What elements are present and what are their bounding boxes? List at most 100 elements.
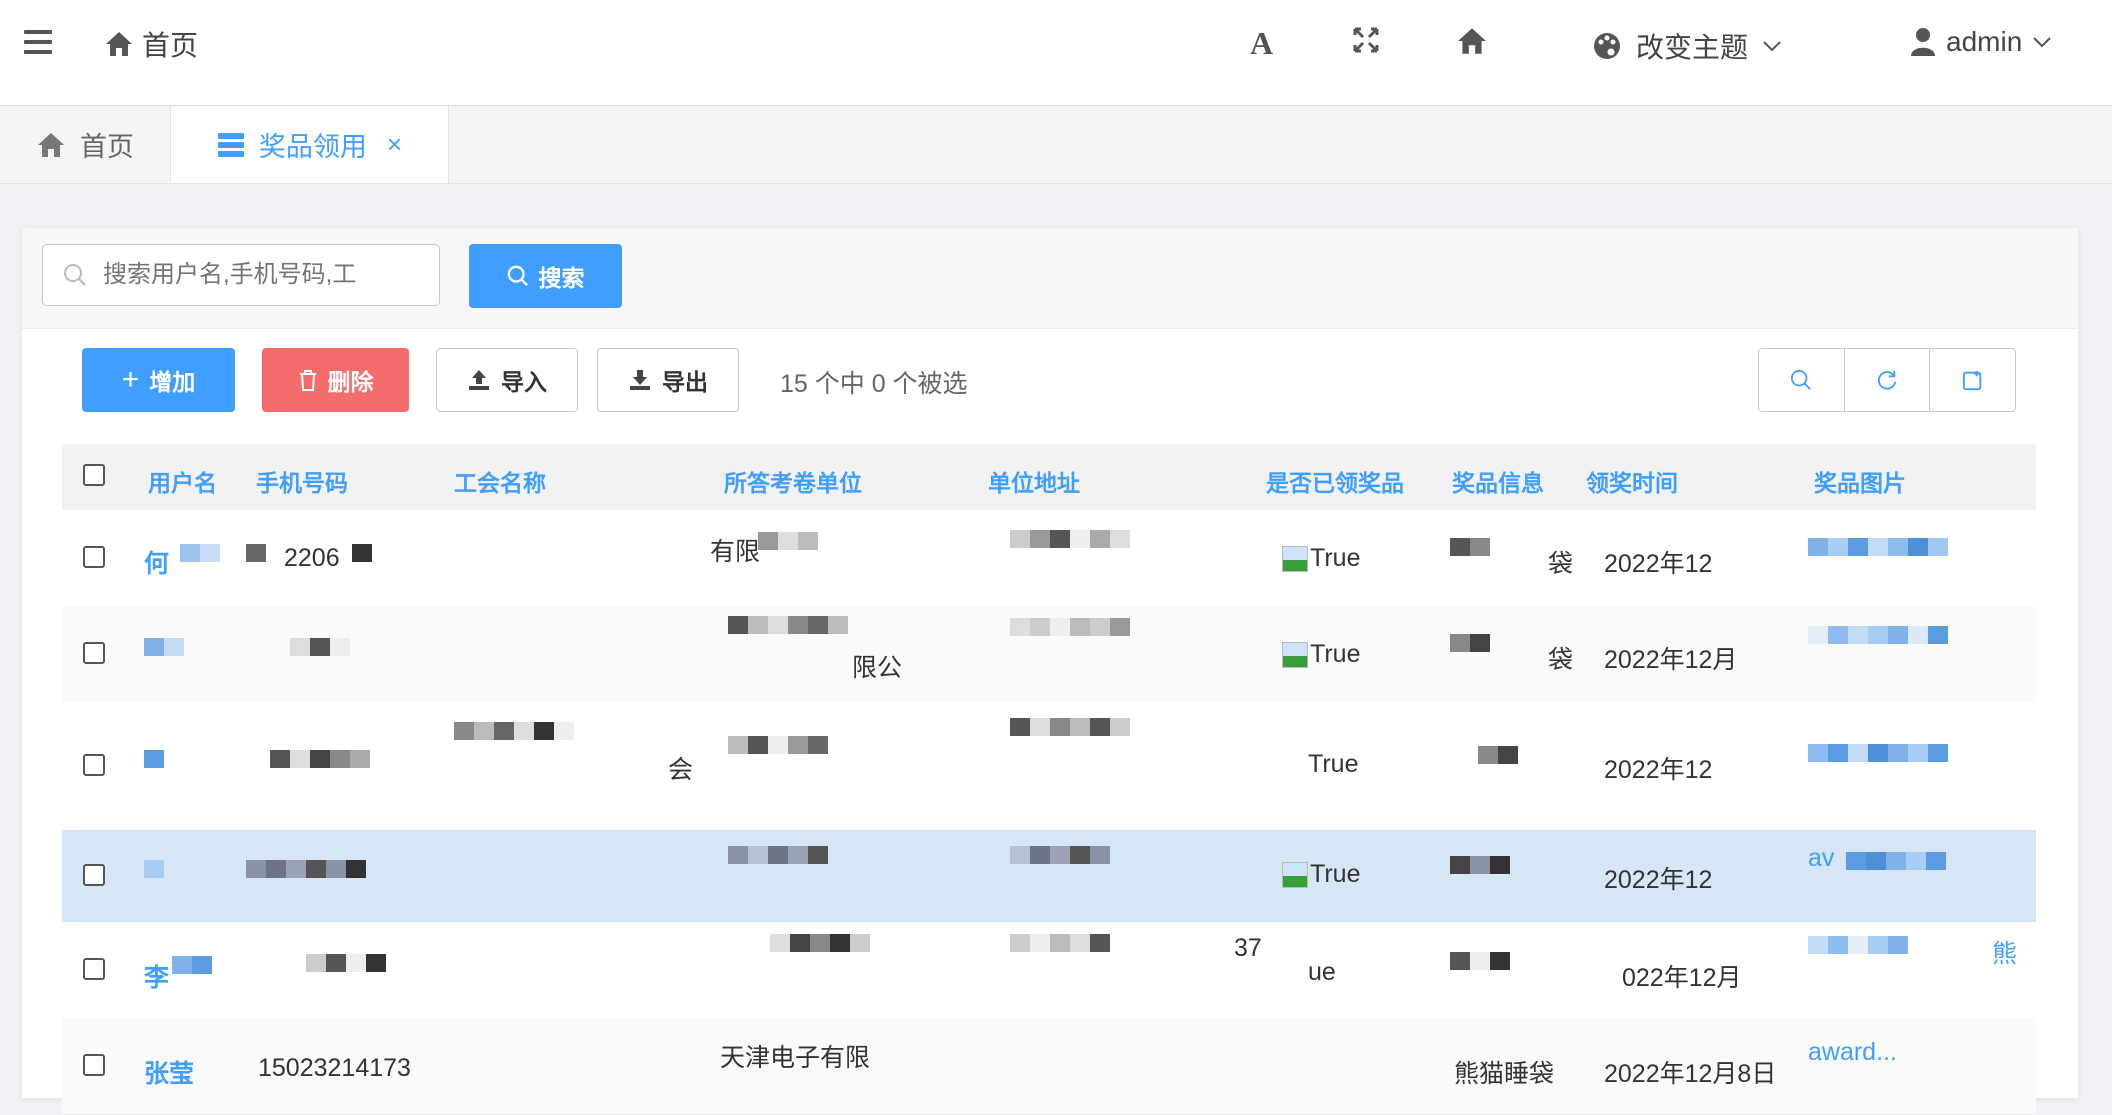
column-header[interactable]: 用户名 <box>148 464 217 498</box>
time-cell: 2022年12 <box>1604 756 1713 784</box>
redacted-block <box>728 736 828 772</box>
search-input[interactable] <box>101 260 405 290</box>
menu-toggle-icon[interactable] <box>24 30 52 54</box>
column-header[interactable]: 领奖时间 <box>1586 464 1678 498</box>
select-all-checkbox[interactable] <box>83 464 105 486</box>
table-row[interactable]: 限公 True 袋 2022年12月 <box>62 606 2036 703</box>
delete-button[interactable]: 删除 <box>262 348 409 412</box>
received-cell: ue <box>1308 958 1336 987</box>
row-checkbox[interactable] <box>83 546 105 568</box>
broken-image-icon <box>1282 546 1308 573</box>
column-header[interactable]: 所答考卷单位 <box>724 464 862 498</box>
redacted-block <box>454 722 574 758</box>
received-value: True <box>1310 860 1361 888</box>
received-value: True <box>1308 750 1359 778</box>
redacted-block <box>306 954 386 990</box>
add-button-label: 增加 <box>149 369 196 395</box>
theme-label: 改变主题 <box>1636 32 1749 63</box>
redacted-block <box>1450 952 1510 988</box>
table-row[interactable]: 张莹 15023214173 天津电子有限 熊猫睡袋 2022年12月8日 aw… <box>62 1018 2036 1115</box>
column-header[interactable]: 工会名称 <box>454 464 546 498</box>
tab-home[interactable]: 首页 <box>0 106 171 183</box>
import-button[interactable]: 导入 <box>436 348 578 412</box>
column-settings-icon[interactable] <box>1930 349 2015 411</box>
home-icon[interactable] <box>1456 26 1488 61</box>
row-checkbox[interactable] <box>83 864 105 886</box>
redacted-block <box>172 956 212 992</box>
tab-label: 首页 <box>80 132 134 162</box>
image-thumbnail[interactable] <box>1808 744 1948 780</box>
chevron-down-icon <box>2033 37 2051 48</box>
username-cell[interactable]: 李 <box>144 958 169 994</box>
redacted-block <box>270 750 370 786</box>
address-cell: 37 <box>1234 934 1262 962</box>
redacted-block <box>246 860 366 896</box>
column-header[interactable]: 单位地址 <box>988 464 1080 498</box>
close-icon[interactable]: × <box>387 129 402 160</box>
column-header[interactable]: 是否已领奖品 <box>1266 464 1404 498</box>
redacted-block <box>144 638 184 674</box>
time-cell: 2022年12 <box>1604 866 1713 894</box>
redacted-block <box>1010 934 1110 970</box>
table-row[interactable]: 何 2206 有限 True 袋 2022年12 <box>62 510 2036 607</box>
table-row[interactable]: True 2022年12 av <box>62 830 2036 923</box>
redacted-block <box>290 638 350 674</box>
search-icon <box>507 265 528 286</box>
received-cell: True <box>1282 860 1360 889</box>
column-header[interactable]: 奖品信息 <box>1452 464 1544 498</box>
plus-icon: + <box>121 363 140 396</box>
tab-prize-claim[interactable]: 奖品领用 × <box>171 106 449 183</box>
breadcrumb[interactable]: 首页 <box>104 24 198 64</box>
font-size-icon[interactable]: A <box>1248 25 1276 63</box>
redacted-block <box>1010 618 1130 654</box>
fullscreen-icon[interactable] <box>1352 26 1380 59</box>
time-cell: 2022年12月8日 <box>1604 1060 1777 1088</box>
row-checkbox[interactable] <box>83 1054 105 1076</box>
row-checkbox[interactable] <box>83 642 105 664</box>
company-cell: 天津电子有限 <box>720 1044 871 1072</box>
search-field[interactable] <box>42 244 440 306</box>
time-cell: 2022年12 <box>1604 550 1713 578</box>
broken-image-icon <box>1282 862 1308 889</box>
search-toggle-icon[interactable] <box>1759 349 1845 411</box>
column-header[interactable]: 手机号码 <box>256 464 348 498</box>
redacted-block <box>144 860 164 896</box>
row-checkbox[interactable] <box>83 754 105 776</box>
search-bar: 搜索 <box>22 228 2078 329</box>
breadcrumb-label: 首页 <box>142 30 199 61</box>
user-dropdown[interactable]: admin <box>1910 26 2052 58</box>
username-cell[interactable]: 何 <box>144 544 169 580</box>
received-cell: True <box>1282 544 1360 573</box>
image-link[interactable]: av <box>1808 844 1834 873</box>
add-button[interactable]: + 增加 <box>82 348 235 412</box>
refresh-icon[interactable] <box>1845 349 1931 411</box>
search-button[interactable]: 搜索 <box>469 244 622 308</box>
column-header[interactable]: 奖品图片 <box>1814 464 1906 498</box>
user-name: admin <box>1946 26 2023 57</box>
received-value: ue <box>1308 958 1336 986</box>
image-thumbnail[interactable] <box>1846 852 1946 888</box>
trash-icon <box>299 370 316 391</box>
chevron-down-icon <box>1763 41 1781 52</box>
import-button-label: 导入 <box>501 369 547 395</box>
delete-button-label: 删除 <box>327 369 374 395</box>
image-thumbnail[interactable] <box>1808 936 1908 972</box>
redacted-block <box>1010 718 1130 754</box>
export-button-label: 导出 <box>662 369 708 395</box>
image-link[interactable]: award... <box>1808 1038 1897 1067</box>
redacted-block <box>1450 538 1490 574</box>
theme-dropdown[interactable]: 改变主题 <box>1592 26 1782 66</box>
phone-cell: 15023214173 <box>258 1054 411 1082</box>
redacted-block <box>1450 634 1490 670</box>
table-row[interactable]: 李 37 ue 022年12月 熊 <box>62 922 2036 1019</box>
row-checkbox[interactable] <box>83 958 105 980</box>
image-thumbnail[interactable] <box>1808 538 1948 574</box>
server-icon <box>217 132 244 157</box>
export-button[interactable]: 导出 <box>597 348 739 412</box>
image-link[interactable]: 熊 <box>1992 934 2017 970</box>
download-icon <box>630 370 650 390</box>
received-value: True <box>1310 544 1361 572</box>
username-cell[interactable]: 张莹 <box>144 1054 194 1090</box>
image-thumbnail[interactable] <box>1808 626 1948 662</box>
table-row[interactable]: 会 True 2022年12 <box>62 702 2036 831</box>
